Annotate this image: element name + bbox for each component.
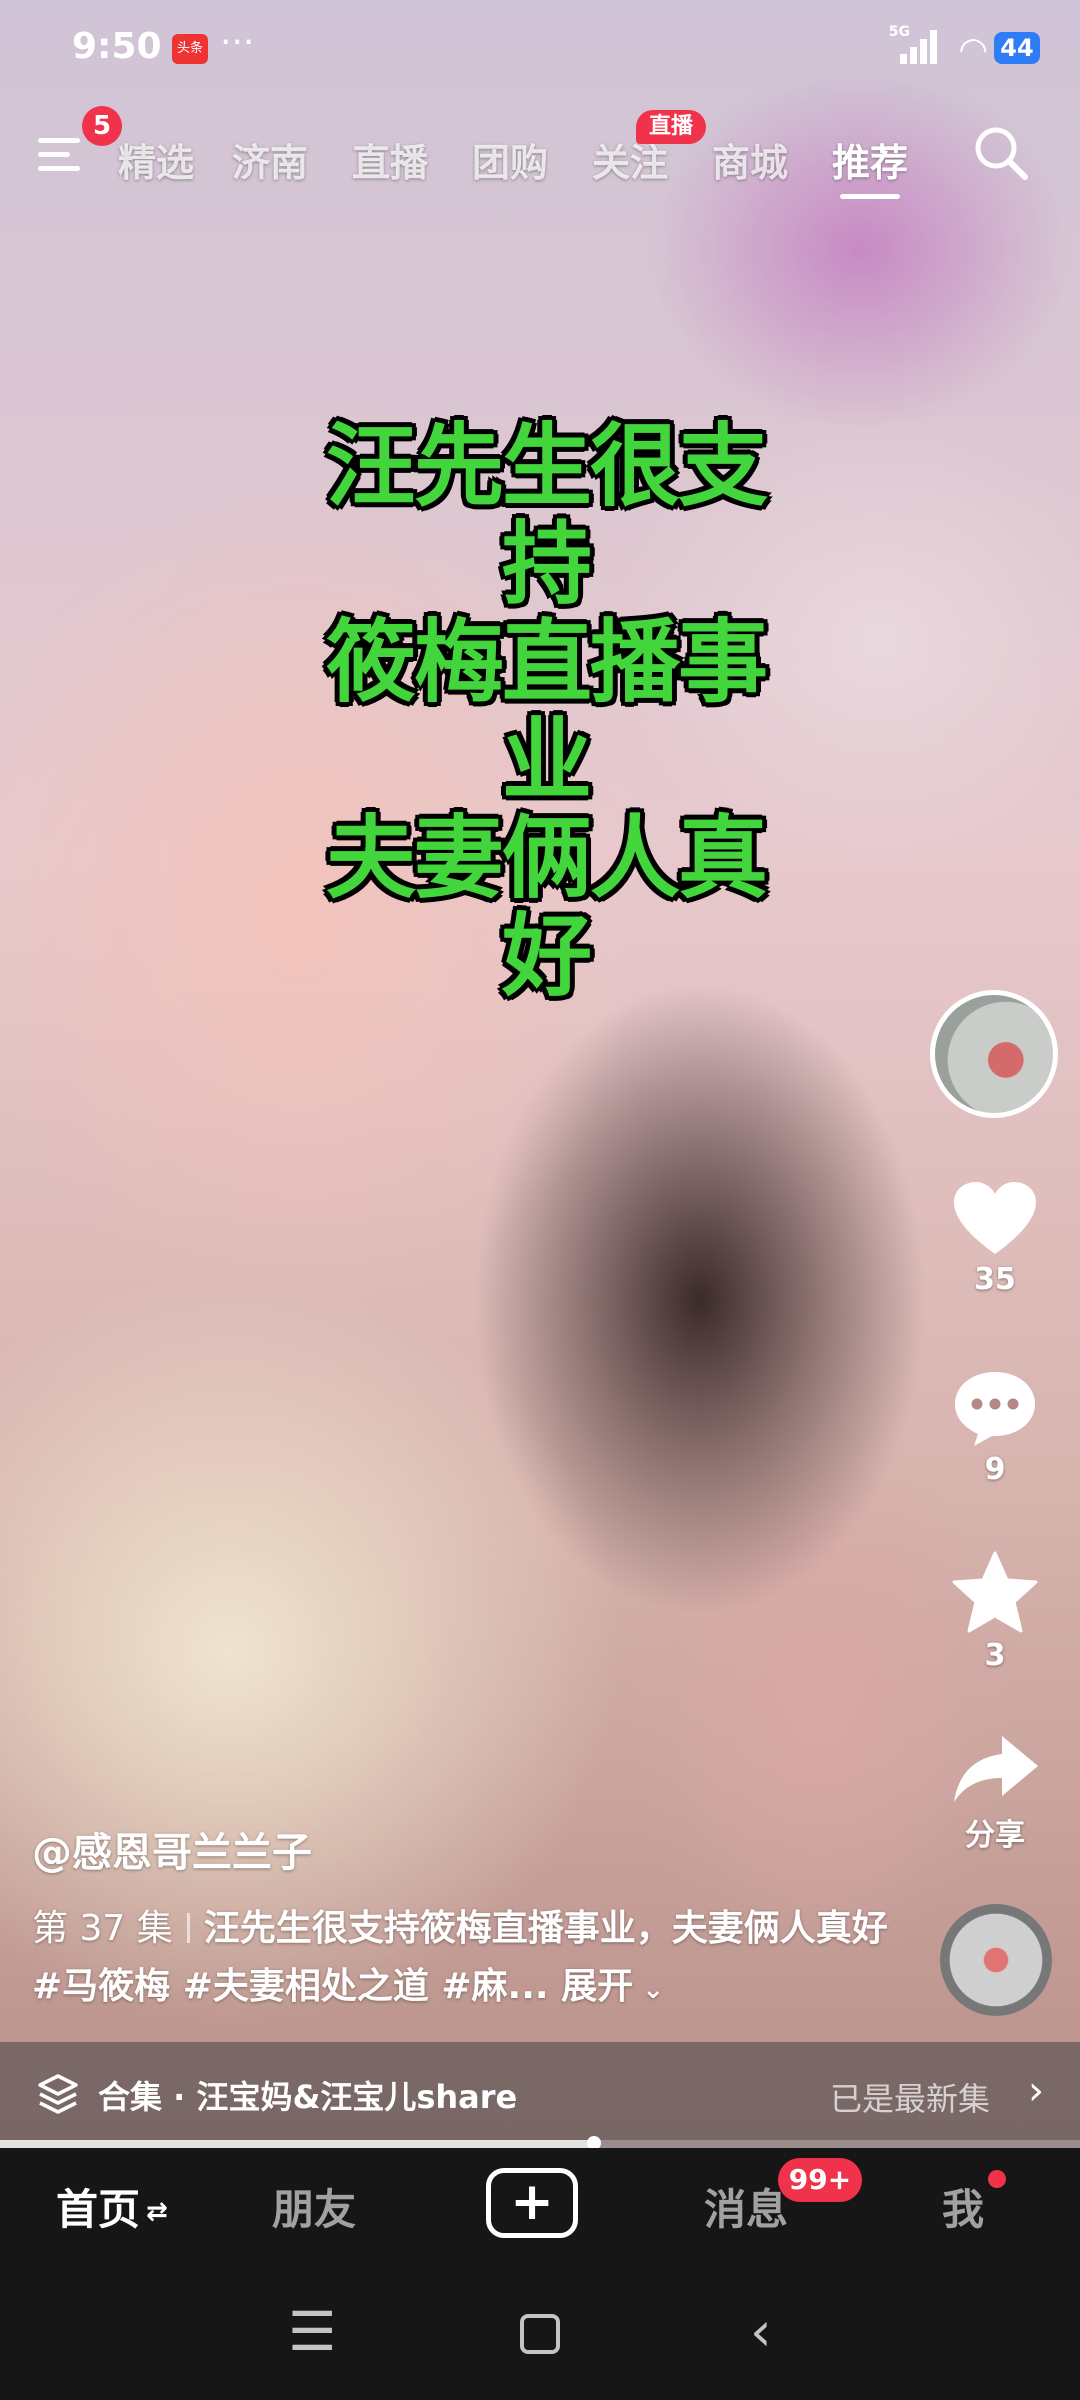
progress-fill — [0, 2140, 594, 2148]
tab-featured[interactable]: 精选 — [118, 132, 194, 187]
wifi-icon: ◠ — [958, 30, 988, 70]
chevron-right-icon: › — [1028, 2068, 1044, 2114]
like-count: 35 — [974, 1262, 1016, 1297]
chevron-down-icon: ⌄ — [633, 1975, 664, 2005]
recent-apps-icon[interactable]: ☰ — [288, 2300, 336, 2363]
share-label: 分享 — [965, 1818, 1025, 1853]
tab-home[interactable]: 首页 ⇄ — [56, 2176, 168, 2237]
collection-label: 合集 · 汪宝妈&汪宝儿share — [98, 2078, 518, 2116]
comment-count: 9 — [984, 1452, 1006, 1487]
menu-icon[interactable] — [38, 130, 86, 178]
publish-button[interactable]: + — [486, 2168, 578, 2238]
comment-icon — [955, 1372, 1035, 1446]
tab-jinan[interactable]: 济南 — [232, 132, 308, 187]
separator — [186, 1913, 190, 1943]
comment-button[interactable]: 9 — [930, 1368, 1060, 1487]
caption-line: 筱梅直播事业 — [326, 610, 768, 813]
active-tab-indicator — [840, 194, 900, 199]
following-live-badge: 直播 — [636, 110, 706, 144]
share-button[interactable]: 分享 — [930, 1732, 1060, 1854]
like-button[interactable]: 35 — [930, 1180, 1060, 1297]
author-avatar[interactable] — [930, 990, 1058, 1118]
share-icon — [954, 1736, 1038, 1802]
star-icon — [952, 1551, 1038, 1633]
author-name[interactable]: @感恩哥兰兰子 — [32, 1820, 892, 1878]
collection-bar[interactable]: 合集 · 汪宝妈&汪宝儿share 已是最新集 › — [0, 2042, 1080, 2148]
expand-button[interactable]: 展开 ⌄ — [561, 1966, 664, 2007]
system-navigation-bar: ☰ ‹ — [0, 2270, 1080, 2400]
swap-icon: ⇄ — [146, 2197, 168, 2227]
favorite-button[interactable]: 3 — [930, 1550, 1060, 1673]
caption-line: 汪先生很支持 — [326, 414, 768, 617]
video-caption: 汪先生很支持 筱梅直播事业 夫妻俩人真好 — [296, 418, 796, 1006]
heart-icon — [954, 1182, 1036, 1254]
top-navigation: 精选 济南 直播 团购 关注 商城 推荐 — [0, 120, 1080, 220]
bottom-tab-bar: 首页 ⇄ 朋友 + 消息 99+ 我 — [0, 2148, 1080, 2270]
favorite-count: 3 — [984, 1638, 1006, 1673]
tab-friends[interactable]: 朋友 — [272, 2176, 356, 2237]
messages-badge: 99+ — [778, 2158, 862, 2202]
episode-number: 第 37 集 — [32, 1908, 173, 1949]
expand-label: 展开 — [561, 1966, 634, 2007]
signal-icon — [900, 30, 940, 64]
tab-messages[interactable]: 消息 — [704, 2176, 788, 2237]
menu-notification-badge: 5 — [82, 106, 122, 146]
caption-line: 夫妻俩人真好 — [326, 806, 768, 1009]
video-info: @感恩哥兰兰子 第 37 集汪先生很支持筱梅直播事业，夫妻俩人真好 #马筱梅 #… — [32, 1820, 892, 2019]
home-icon[interactable] — [518, 2306, 562, 2369]
me-notification-dot — [988, 2170, 1006, 2188]
tab-mall[interactable]: 商城 — [712, 132, 788, 187]
back-icon[interactable]: ‹ — [750, 2300, 772, 2363]
video-description[interactable]: 第 37 集汪先生很支持筱梅直播事业，夫妻俩人真好 #马筱梅 #夫妻相处之道 #… — [32, 1900, 892, 2019]
music-disc-icon[interactable] — [940, 1904, 1052, 2016]
status-bar: 9:50 头条 ··· 5G ◠ 44 — [0, 0, 1080, 100]
layers-icon — [38, 2074, 78, 2114]
tab-home-label: 首页 — [56, 2185, 141, 2234]
tab-me[interactable]: 我 — [942, 2176, 984, 2237]
status-time: 9:50 — [72, 26, 162, 67]
playback-progress[interactable] — [0, 2136, 1080, 2150]
tab-live[interactable]: 直播 — [352, 132, 428, 187]
search-icon[interactable] — [972, 124, 1030, 182]
tab-group-buy[interactable]: 团购 — [472, 132, 548, 187]
collection-status: 已是最新集 — [829, 2080, 990, 2118]
news-app-icon: 头条 — [172, 34, 208, 64]
battery-indicator: 44 — [994, 32, 1040, 64]
tab-recommended[interactable]: 推荐 — [832, 132, 908, 187]
more-notifications-icon: ··· — [220, 22, 255, 63]
